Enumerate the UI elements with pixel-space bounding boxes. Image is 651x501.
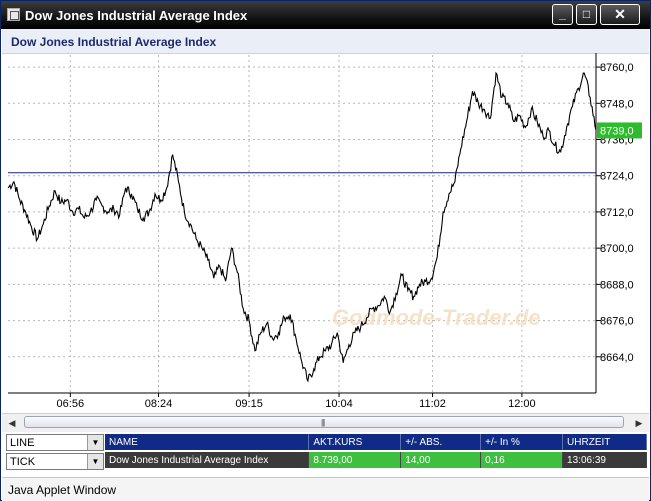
chart-title: Dow Jones Industrial Average Index [11,35,217,49]
x-tick-label: 12:00 [508,398,536,410]
window-title: Dow Jones Industrial Average Index [25,8,248,23]
status-text: Java Applet Window [8,483,117,497]
watermark: Godmode-Trader.de [332,305,541,330]
x-tick-label: 06:56 [57,398,85,410]
header-percent: +/- In % [480,434,564,451]
minimize-icon: _ [559,7,566,21]
controls-panel: LINE ▼ TICK ▼ NAME AKT.KURS +/- ABS. +/-… [2,432,649,472]
header-uhrzeit: UHRZEIT [562,434,647,451]
status-bar: Java Applet Window [2,477,649,501]
table-header-row: NAME AKT.KURS +/- ABS. +/- In % UHRZEIT [105,434,647,451]
horizontal-scrollbar[interactable]: ◀ ||| ▶ [2,413,649,432]
close-button[interactable]: ✕ [600,4,640,25]
y-tick-label: 8700,0 [600,243,634,255]
header-name: NAME [105,434,310,451]
cell-percent: 0,16 [480,450,564,468]
scrollbar-thumb[interactable]: ||| [24,416,624,428]
current-value-badge: 8739,0 [597,122,642,139]
close-icon: ✕ [614,6,626,22]
x-tick-label: 11:02 [419,398,446,410]
cell-name: Dow Jones Industrial Average Index [105,450,310,468]
y-tick-label: 8688,0 [600,279,634,291]
scroll-grip-icon: ||| [321,418,325,427]
header-abs: +/- ABS. [400,434,482,451]
quote-table: NAME AKT.KURS +/- ABS. +/- In % UHRZEIT … [105,434,647,468]
price-chart[interactable]: Godmode-Trader.de 8760,08748,08736,08724… [2,53,649,413]
chevron-down-icon[interactable]: ▼ [87,454,103,469]
current-value-label: 8739,0 [600,125,634,137]
maximize-icon: □ [582,7,591,21]
interval-select[interactable]: TICK ▼ [6,453,104,470]
chart-type-select[interactable]: LINE ▼ [6,434,104,451]
y-tick-label: 8712,0 [600,207,634,219]
applet-window-icon[interactable] [7,8,20,21]
chart-area[interactable]: Godmode-Trader.de 8760,0 8748,0 8736,0 8724… [2,53,649,413]
y-axis-ticks: 8760,08748,08736,08724,08712,08700,08688… [596,62,634,364]
x-tick-label: 09:15 [235,398,263,410]
header-akt-kurs: AKT.KURS [308,434,402,451]
watermark-text: Godmode-Trader.de [332,305,541,330]
price-series-line [7,71,597,383]
interval-value: TICK [10,456,36,468]
y-tick-label: 8664,0 [600,352,634,364]
y-tick-label: 8748,0 [600,98,634,110]
y-tick-label: 8724,0 [600,171,634,183]
y-tick-label: 8760,0 [600,62,634,74]
scroll-right-icon[interactable]: ▶ [633,417,645,429]
cell-akt-kurs: 8.739,00 [308,450,402,468]
chart-header: Dow Jones Industrial Average Index [2,29,649,54]
table-row[interactable]: Dow Jones Industrial Average Index 8.739… [105,450,647,468]
maximize-button[interactable]: □ [576,4,597,25]
chevron-down-icon[interactable]: ▼ [87,435,103,450]
applet-window: Dow Jones Industrial Average Index _ □ ✕… [0,0,651,501]
cell-abs: 14,00 [400,450,482,468]
x-tick-label: 10:04 [325,398,353,410]
minimize-button[interactable]: _ [552,4,573,25]
cell-uhrzeit: 13:06:39 [562,450,647,468]
chart-type-value: LINE [10,437,35,449]
chart-grid [8,55,596,393]
title-bar[interactable]: Dow Jones Industrial Average Index _ □ ✕ [1,1,650,29]
scroll-left-icon[interactable]: ◀ [6,417,18,429]
y-tick-label: 8676,0 [600,316,634,328]
x-tick-label: 08:24 [145,398,173,410]
x-axis-ticks: 06:56 08:24 09:15 10:04 11:02 12:00 [57,393,536,410]
